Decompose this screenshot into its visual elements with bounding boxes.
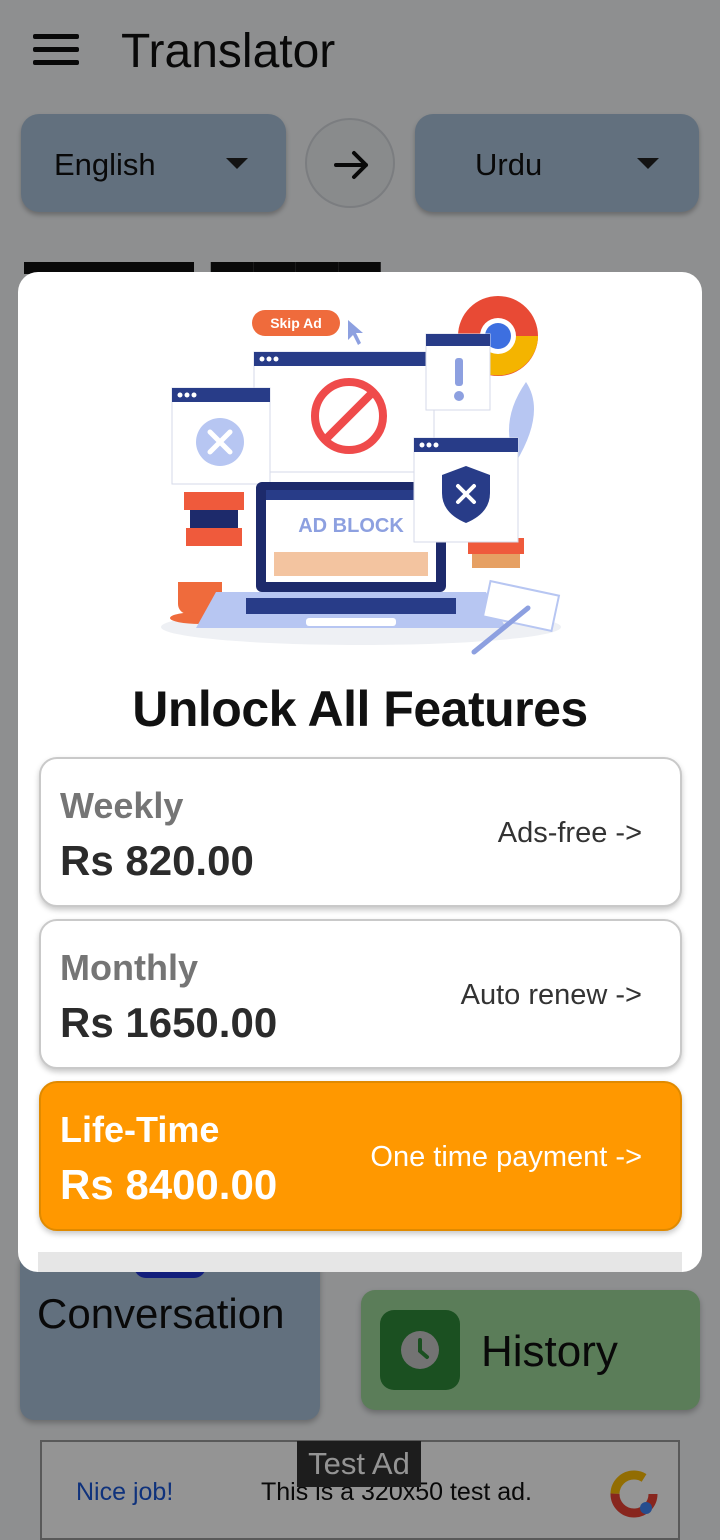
plan-price: Rs 820.00 (60, 837, 254, 884)
plan-option-weekly[interactable]: Weekly Rs 820.00 Ads-free -> (39, 757, 682, 907)
plan-note: Ads-free -> (497, 817, 642, 849)
ad-block-label: AD BLOCK (298, 515, 404, 537)
plan-price: Rs 1650.00 (60, 999, 278, 1046)
plan-name: Monthly (60, 947, 198, 988)
plan-option-monthly[interactable]: Monthly Rs 1650.00 Auto renew -> (39, 919, 682, 1069)
plan-option-lifetime[interactable]: Life-Time Rs 8400.00 One time payment -> (39, 1081, 682, 1231)
dialog-scroll-strip (38, 1252, 682, 1272)
plan-name: Weekly (60, 785, 184, 826)
unlock-features-dialog: Skip Ad AD BLOCK Unlock All Features Wee… (18, 272, 702, 1272)
plan-note: Auto renew -> (460, 979, 642, 1011)
plan-price: Rs 8400.00 (60, 1161, 278, 1208)
dialog-title: Unlock All Features (132, 681, 588, 737)
skip-ad-label: Skip Ad (270, 315, 322, 331)
plan-note: One time payment -> (370, 1141, 642, 1173)
plan-name: Life-Time (60, 1109, 220, 1150)
adblock-illustration: Skip Ad AD BLOCK (161, 296, 561, 655)
